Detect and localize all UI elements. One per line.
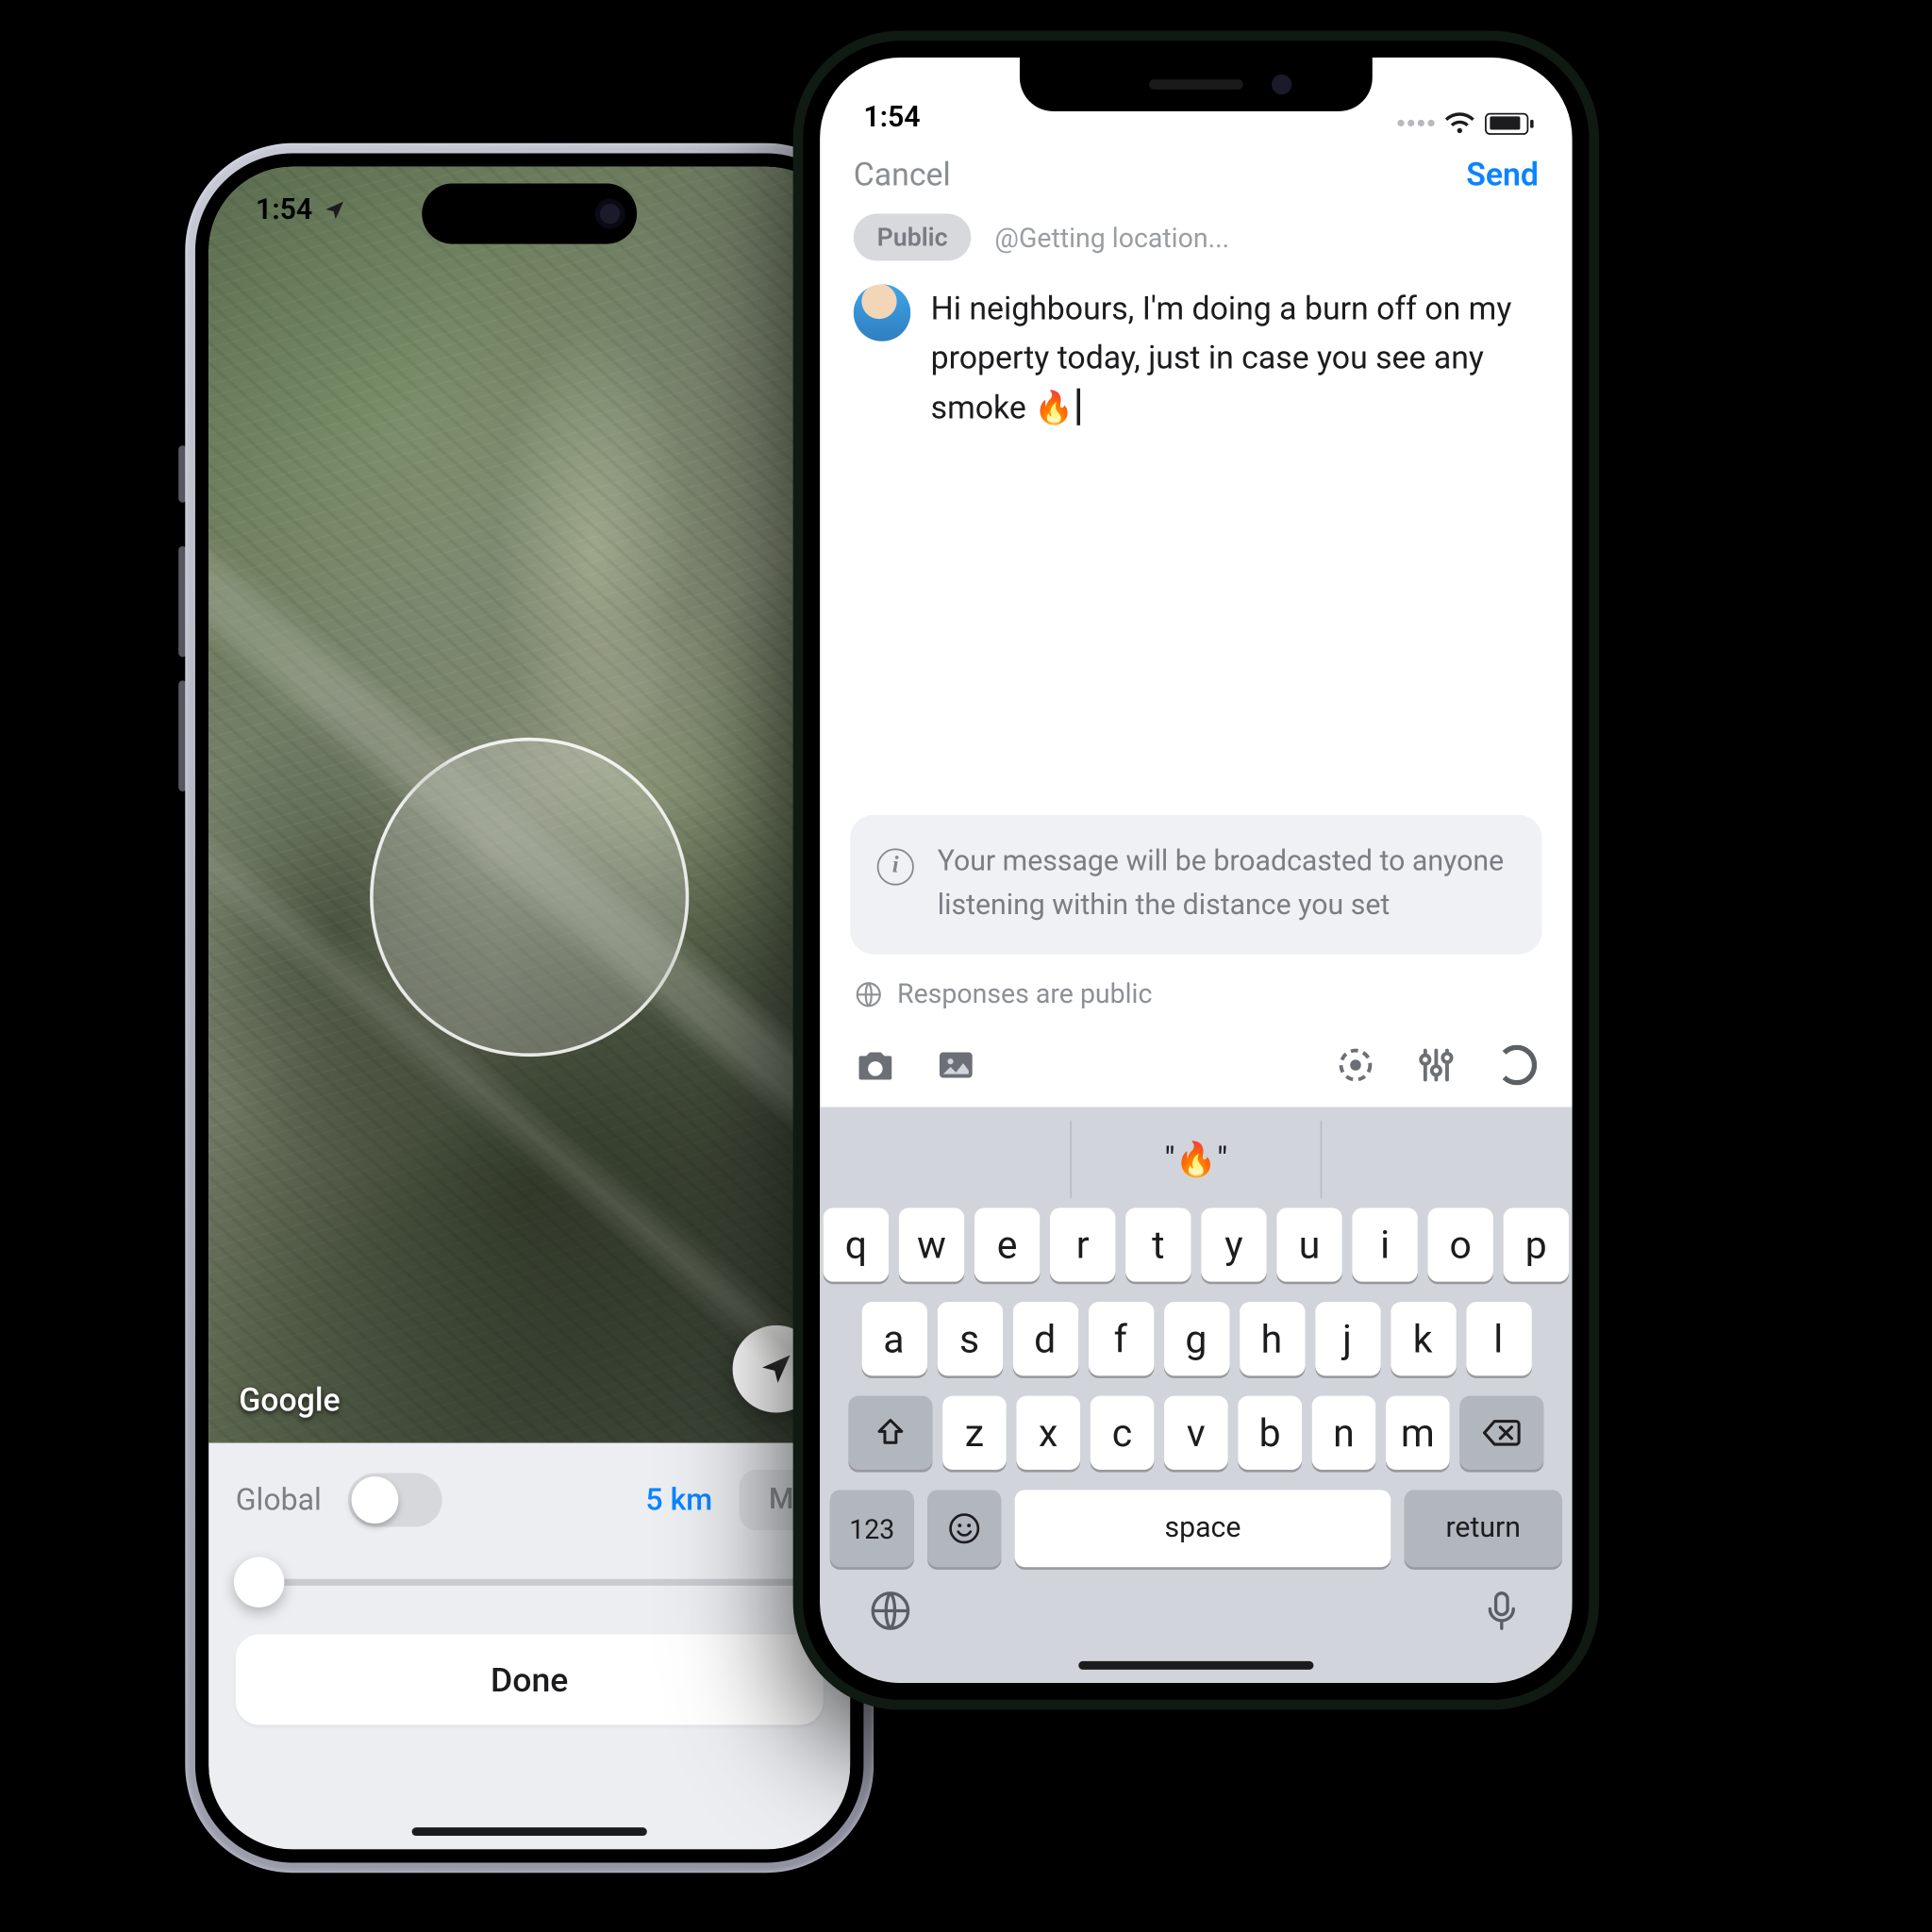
sliders-icon [1414, 1043, 1457, 1087]
mic-icon [1478, 1588, 1525, 1635]
backspace-icon [1481, 1416, 1522, 1450]
nav-bar: Cancel Send [820, 142, 1572, 214]
global-switch[interactable] [348, 1474, 442, 1527]
broadcast-info: i Your message will be broadcasted to an… [850, 815, 1541, 955]
shift-key[interactable] [848, 1396, 932, 1470]
target-icon [1334, 1043, 1377, 1087]
globe-icon [867, 1588, 914, 1635]
location-icon [323, 199, 346, 223]
camera-button[interactable] [854, 1043, 897, 1087]
key-l[interactable]: l [1466, 1302, 1531, 1375]
wifi-icon [1444, 111, 1474, 135]
location-status: @Getting location... [994, 222, 1229, 254]
home-indicator[interactable] [412, 1827, 647, 1836]
visibility-chip[interactable]: Public [854, 214, 972, 261]
phone-compose: 1:54 Cancel Send Public @Getting locatio… [793, 31, 1599, 1710]
info-icon: i [877, 848, 914, 885]
key-b[interactable]: b [1238, 1396, 1302, 1470]
settings-button[interactable] [1414, 1043, 1457, 1087]
keyboard-globe-button[interactable] [867, 1588, 914, 1641]
status-bar: 1:54 [256, 193, 346, 227]
key-g[interactable]: g [1163, 1302, 1228, 1375]
key-n[interactable]: n [1312, 1396, 1376, 1470]
notch [1020, 58, 1373, 111]
suggestion[interactable] [1323, 1121, 1573, 1198]
distance-slider[interactable] [236, 1554, 824, 1611]
dynamic-island [422, 184, 637, 244]
send-button[interactable]: Send [1466, 155, 1539, 193]
return-key[interactable]: return [1405, 1490, 1562, 1567]
battery-icon [1485, 112, 1528, 134]
key-q[interactable]: q [824, 1208, 889, 1281]
key-z[interactable]: z [942, 1396, 1007, 1470]
key-c[interactable]: c [1091, 1396, 1155, 1470]
distance-panel: Global 5 km M Done [208, 1443, 850, 1850]
image-icon [934, 1043, 977, 1087]
camera-icon [854, 1043, 897, 1087]
backspace-key[interactable] [1459, 1396, 1543, 1470]
key-m[interactable]: m [1386, 1396, 1450, 1470]
suggestion[interactable]: "🔥" [1072, 1121, 1323, 1198]
cancel-button[interactable]: Cancel [854, 155, 951, 193]
emoji-key[interactable] [927, 1490, 1001, 1567]
spinner-icon [1496, 1045, 1537, 1086]
loading-spinner [1495, 1043, 1539, 1087]
status-time: 1:54 [256, 193, 312, 227]
key-y[interactable]: y [1201, 1208, 1266, 1281]
avatar [854, 284, 911, 341]
key-i[interactable]: i [1352, 1208, 1417, 1281]
numbers-key[interactable]: 123 [830, 1490, 914, 1567]
status-time: 1:54 [863, 101, 920, 135]
shift-icon [874, 1416, 908, 1450]
radius-circle[interactable] [370, 738, 689, 1057]
location-tag-button[interactable] [1334, 1043, 1377, 1087]
home-indicator[interactable] [1078, 1661, 1313, 1670]
key-s[interactable]: s [937, 1302, 1002, 1375]
key-j[interactable]: j [1314, 1302, 1379, 1375]
map-attribution: Google [239, 1381, 340, 1420]
compose-toolbar [820, 1026, 1572, 1107]
key-w[interactable]: w [899, 1208, 964, 1281]
dictation-button[interactable] [1478, 1588, 1525, 1641]
global-label: Global [236, 1482, 322, 1517]
key-a[interactable]: a [861, 1302, 926, 1375]
key-x[interactable]: x [1016, 1396, 1080, 1470]
done-button[interactable]: Done [236, 1634, 824, 1724]
key-r[interactable]: r [1050, 1208, 1115, 1281]
slider-thumb[interactable] [234, 1557, 284, 1607]
key-v[interactable]: v [1164, 1396, 1228, 1470]
key-u[interactable]: u [1276, 1208, 1341, 1281]
key-p[interactable]: p [1504, 1208, 1569, 1281]
message-input[interactable]: Hi neighbours, I'm doing a burn off on m… [931, 284, 1539, 432]
location-arrow-icon [758, 1351, 794, 1388]
key-e[interactable]: e [974, 1208, 1040, 1281]
space-key[interactable]: space [1015, 1490, 1391, 1567]
key-k[interactable]: k [1390, 1302, 1455, 1375]
emoji-icon [946, 1510, 983, 1547]
globe-icon [854, 978, 884, 1008]
key-o[interactable]: o [1428, 1208, 1493, 1281]
gallery-button[interactable] [934, 1043, 977, 1087]
key-t[interactable]: t [1125, 1208, 1191, 1281]
cell-signal-icon [1397, 120, 1434, 126]
key-d[interactable]: d [1012, 1302, 1077, 1375]
suggestion-bar: "🔥" [820, 1121, 1572, 1198]
key-f[interactable]: f [1088, 1302, 1153, 1375]
distance-value[interactable]: 5 km [645, 1482, 712, 1517]
text-cursor [1077, 388, 1081, 425]
map-view[interactable]: Google [208, 167, 850, 1443]
keyboard: "🔥" qwertyuiop asdfghjkl zxcvbnm 123 [820, 1108, 1572, 1684]
key-h[interactable]: h [1239, 1302, 1304, 1375]
suggestion[interactable] [820, 1121, 1071, 1198]
responses-visibility[interactable]: Responses are public [820, 971, 1572, 1026]
phone-map: Google 1:54 Global 5 km M [185, 143, 874, 1873]
